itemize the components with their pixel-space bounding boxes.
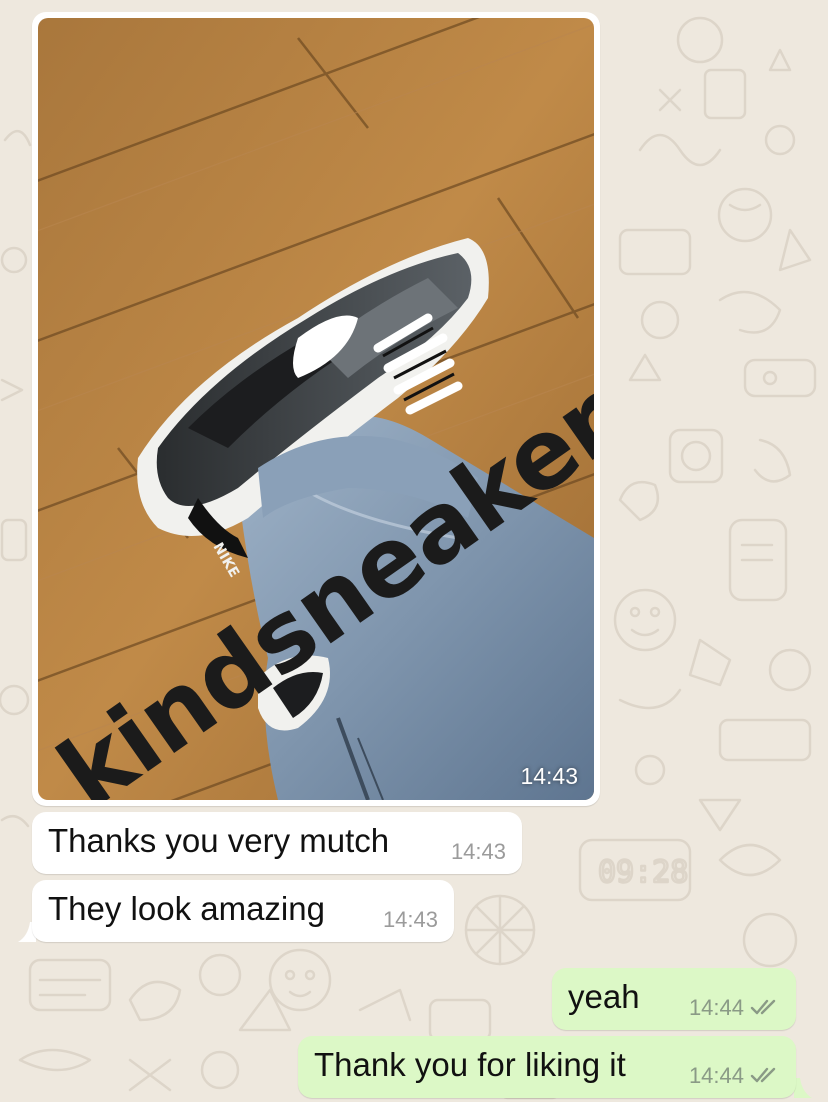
photo-message-bubble[interactable]: NIKE kindsneaker 14:43	[32, 12, 600, 806]
sneaker-photo[interactable]: NIKE kindsneaker 14:43	[38, 18, 594, 800]
message-text: Thanks you very mutch	[48, 822, 390, 859]
outgoing-bubble-tail	[794, 1078, 812, 1098]
incoming-message-bubble[interactable]: They look amazing 14:43	[32, 880, 454, 942]
incoming-message-bubble[interactable]: Thanks you very mutch 14:43	[32, 812, 522, 874]
outgoing-message-bubble[interactable]: yeah 14:44	[552, 968, 796, 1030]
message-timestamp: 14:43	[382, 907, 438, 932]
svg-text:09:28: 09:28	[598, 855, 688, 890]
message-text: They look amazing	[48, 890, 325, 927]
double-check-icon	[750, 999, 776, 1015]
message-text: yeah	[568, 978, 640, 1015]
message-timestamp: 14:43	[450, 839, 506, 864]
photo-timestamp: 14:43	[520, 763, 578, 789]
message-timestamp: 14:44	[688, 1063, 744, 1088]
double-check-icon	[750, 1067, 776, 1083]
message-timestamp: 14:44	[688, 995, 744, 1020]
outgoing-message-bubble[interactable]: Thank you for liking it 14:44	[298, 1036, 796, 1098]
message-text: Thank you for liking it	[314, 1046, 626, 1083]
